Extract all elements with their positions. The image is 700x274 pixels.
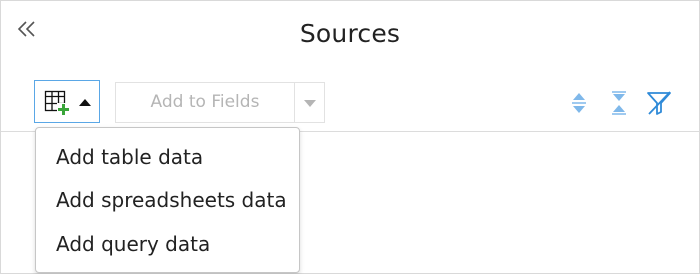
table-add-icon bbox=[44, 90, 70, 116]
filter-off-icon bbox=[647, 91, 671, 115]
add-source-button[interactable] bbox=[34, 80, 100, 123]
add-to-fields-dropdown-button[interactable] bbox=[295, 83, 324, 122]
collapse-all-button[interactable] bbox=[605, 89, 633, 117]
panel-title: Sources bbox=[299, 19, 401, 48]
menu-item-add-table-data[interactable]: Add table data bbox=[56, 145, 203, 169]
menu-item-add-query-data[interactable]: Add query data bbox=[56, 232, 210, 256]
add-to-fields-button[interactable]: Add to Fields bbox=[116, 83, 294, 122]
sources-panel: Sources Add to Fields Add table data Add… bbox=[0, 0, 700, 274]
menu-item-add-spreadsheets-data[interactable]: Add spreadsheets data bbox=[56, 188, 287, 212]
caret-up-icon bbox=[79, 99, 91, 106]
expand-all-icon bbox=[572, 93, 586, 113]
clear-filter-button[interactable] bbox=[645, 89, 673, 117]
caret-down-icon bbox=[304, 100, 316, 107]
collapse-all-icon bbox=[612, 91, 626, 115]
add-source-menu: Add table data Add spreadsheets data Add… bbox=[35, 127, 300, 273]
expand-all-button[interactable] bbox=[565, 89, 593, 117]
add-to-fields-split-button: Add to Fields bbox=[115, 82, 325, 123]
